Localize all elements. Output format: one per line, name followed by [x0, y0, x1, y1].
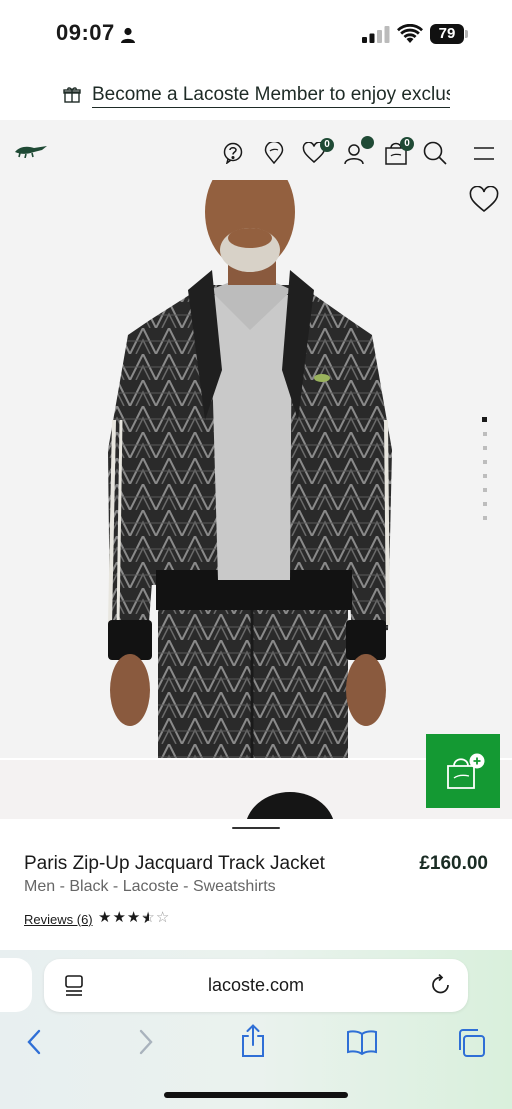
- battery-tip: [465, 30, 468, 38]
- menu-icon[interactable]: [474, 147, 494, 166]
- rating-stars[interactable]: ★★★☆★☆: [98, 908, 171, 927]
- product-title: Paris Zip-Up Jacquard Track Jacket: [24, 853, 325, 874]
- previous-tab-preview[interactable]: [0, 958, 32, 1012]
- person-icon: [120, 27, 136, 48]
- star-full-icon: ★: [126, 909, 142, 926]
- bag-count-badge: 0: [400, 137, 414, 151]
- star-half-icon: ☆★: [141, 909, 156, 927]
- star-full-icon: ★: [98, 909, 113, 926]
- help-icon[interactable]: [222, 142, 244, 169]
- sheet-grabber[interactable]: [232, 827, 280, 829]
- search-icon[interactable]: [423, 141, 447, 170]
- star-empty-icon: ☆: [155, 909, 171, 926]
- star-full-icon: ★: [112, 909, 127, 926]
- wishlist-count-badge: 0: [320, 138, 334, 152]
- status-time: 09:07: [56, 20, 115, 45]
- back-icon[interactable]: [26, 1027, 42, 1062]
- wifi-icon: [397, 23, 423, 49]
- add-to-bag-button[interactable]: [426, 734, 500, 808]
- add-to-wishlist-button[interactable]: [469, 185, 499, 218]
- pagination-dot[interactable]: [483, 488, 487, 492]
- pagination-dot[interactable]: [483, 460, 487, 464]
- forward-icon[interactable]: [138, 1027, 154, 1062]
- bookmarks-icon[interactable]: [346, 1029, 378, 1060]
- promo-banner[interactable]: Become a Lacoste Member to enjoy exclusi…: [0, 70, 512, 120]
- product-meta: Men - Black - Lacoste - Sweatshirts: [24, 878, 276, 895]
- pagination-dot[interactable]: [483, 432, 487, 436]
- gift-icon: [63, 86, 81, 109]
- bag-plus-icon: [444, 752, 486, 797]
- reviews-link[interactable]: Reviews (6): [24, 912, 93, 927]
- pagination-dot[interactable]: [483, 516, 487, 520]
- image-pagination[interactable]: [482, 417, 488, 530]
- signal-icon: [362, 26, 390, 48]
- product-price: £160.00: [419, 853, 488, 874]
- account-status-dot: [361, 136, 374, 149]
- share-icon[interactable]: [240, 1024, 266, 1063]
- status-bar: 09:07 79: [0, 0, 512, 70]
- home-indicator[interactable]: [164, 1092, 348, 1098]
- tabs-icon[interactable]: [456, 1028, 486, 1063]
- site-header: 0 0: [0, 120, 512, 180]
- pagination-dot[interactable]: [483, 474, 487, 478]
- url-text[interactable]: lacoste.com: [44, 975, 468, 996]
- pagination-dot[interactable]: [482, 417, 487, 422]
- product-image[interactable]: [0, 120, 512, 758]
- battery-icon: 79: [430, 24, 468, 44]
- pagination-dot[interactable]: [483, 502, 487, 506]
- promo-text[interactable]: Become a Lacoste Member to enjoy exclusi…: [92, 84, 450, 108]
- address-bar[interactable]: lacoste.com: [44, 959, 468, 1012]
- pagination-dot[interactable]: [483, 446, 487, 450]
- lacoste-crocodile-logo[interactable]: [14, 142, 48, 163]
- store-locator-icon[interactable]: [264, 140, 284, 169]
- battery-level: 79: [430, 24, 464, 44]
- reload-icon[interactable]: [430, 973, 452, 1001]
